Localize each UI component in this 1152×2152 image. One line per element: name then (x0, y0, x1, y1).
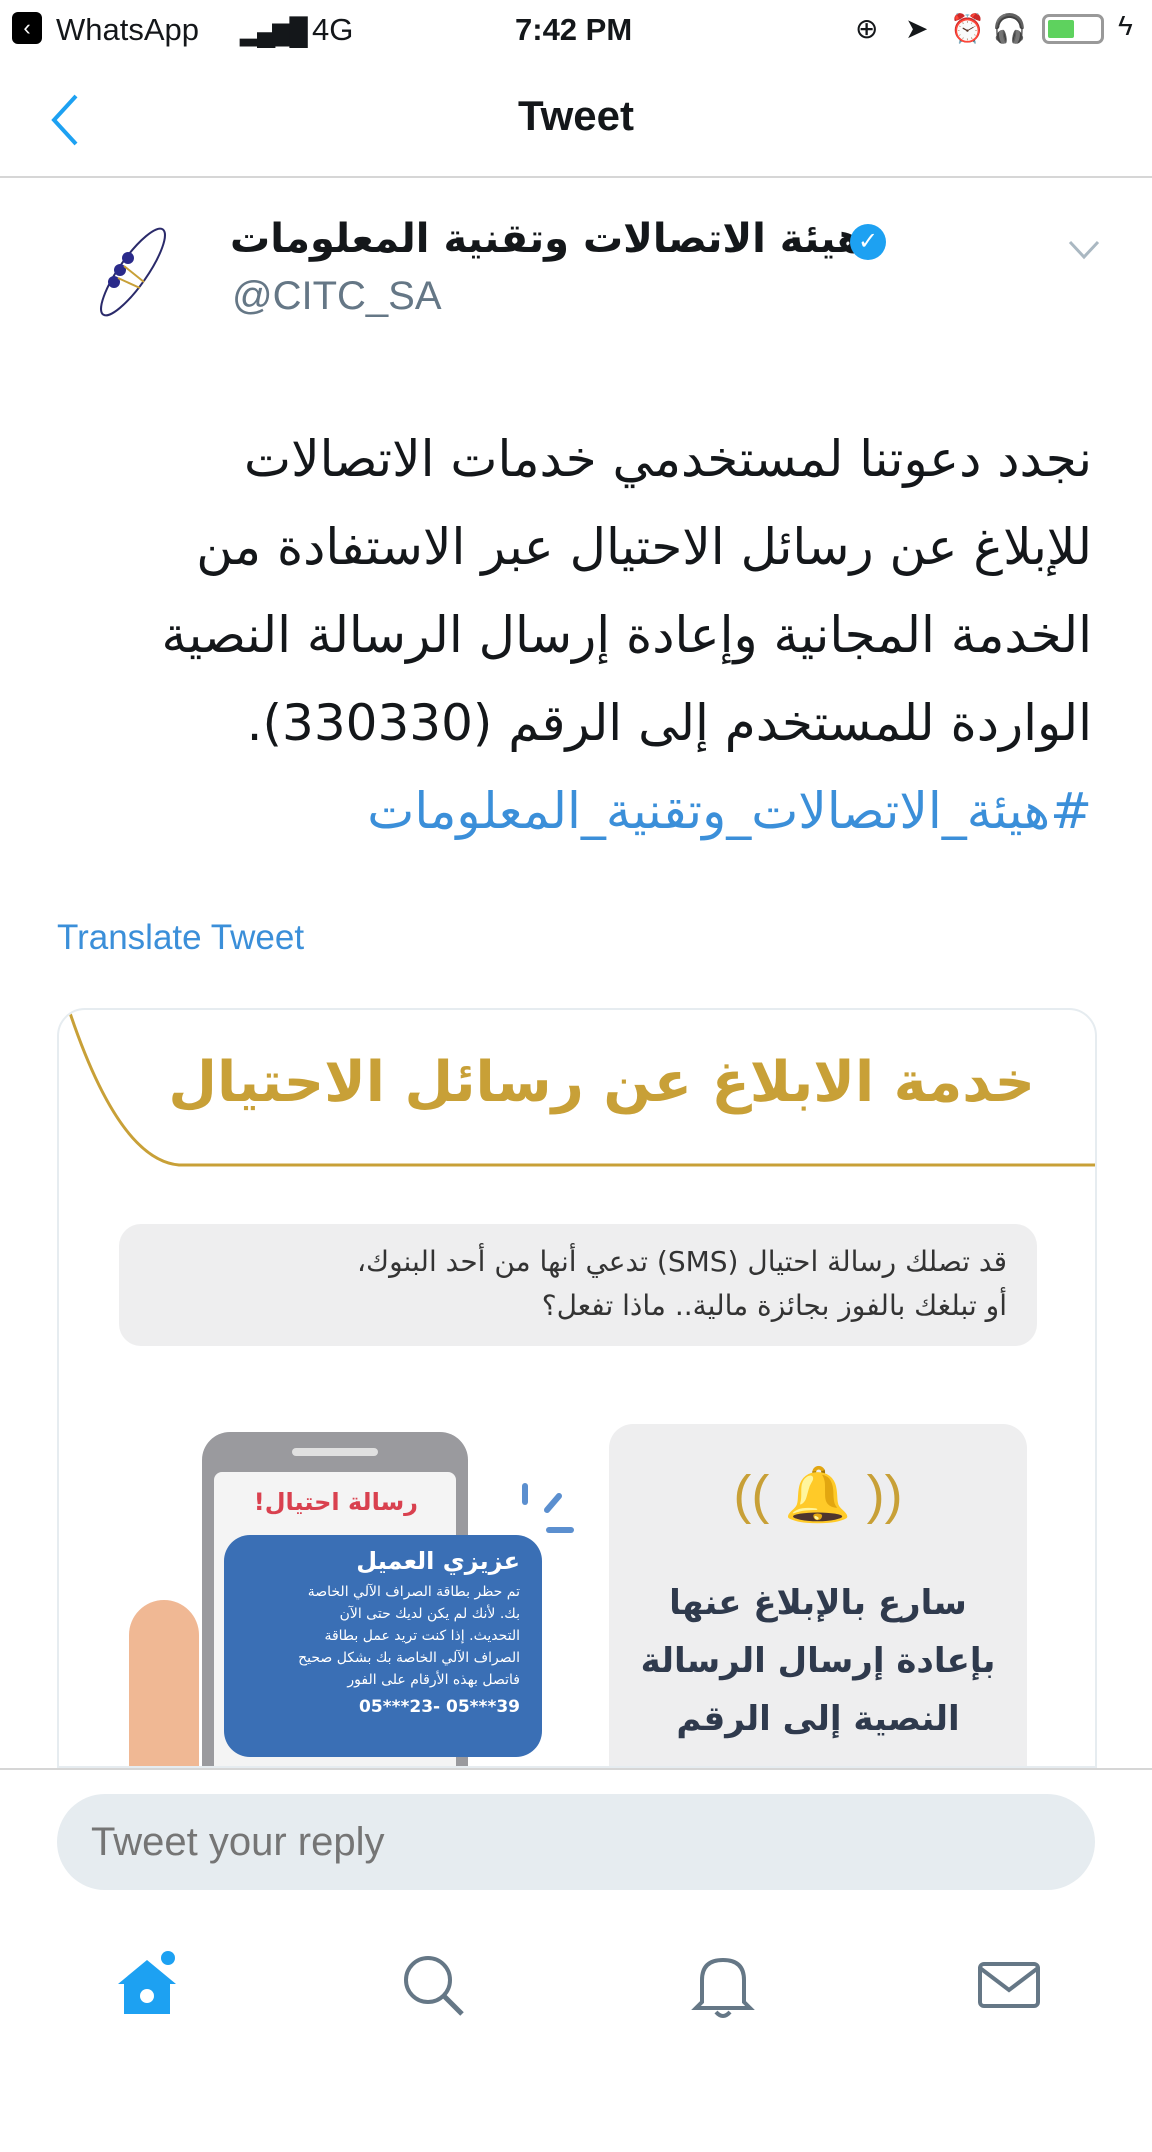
translate-tweet-link[interactable]: Translate Tweet (57, 918, 304, 958)
bubble-line: قد تصلك رسالة احتيال (SMS) تدعي أنها من … (356, 1245, 1007, 1278)
panel-line: النصية إلى الرقم (676, 1699, 960, 1739)
hashtag-link[interactable]: #هيئة_الاتصالات_وتقنية_المعلومات (92, 767, 1092, 855)
status-bar: ‹ WhatsApp ▂▄▆█ 4G 7:42 PM ⊕ ➤ ⏰ 🎧 ϟ (0, 0, 1152, 58)
sms-line: فاتصل بهذه الأرقام على الفور (347, 1672, 520, 1688)
card-title: خدمة الابلاغ عن رسائل الاحتيال (168, 1050, 1035, 1115)
messages-tab-icon[interactable] (974, 1950, 1044, 2020)
sms-line: الصراف الآلي الخاصة بك بشكل صحيح (298, 1650, 520, 1666)
tweet-line: الواردة للمستخدم إلى الرقم (330330). (246, 694, 1092, 752)
tweet-image[interactable]: خدمة الابلاغ عن رسائل الاحتيال قد تصلك ر… (57, 1008, 1097, 1768)
clock: 7:42 PM (515, 12, 633, 47)
instruction-panel: (( 🔔 )) سارع بالإبلاغ عنها بإعادة إرسال … (609, 1424, 1027, 1766)
home-tab-icon[interactable] (112, 1950, 182, 2020)
sms-bubble: عزيزي العميل تم حظر بطاقة الصراف الآلي ا… (224, 1535, 542, 1757)
panel-line: بإعادة إرسال الرسالة (640, 1641, 996, 1681)
back-app-label[interactable]: WhatsApp (56, 12, 199, 48)
verified-badge-icon: ✓ (850, 224, 886, 260)
sms-line: بك. لأنك لم يكن لديك حتى الآن (339, 1606, 520, 1622)
search-tab-icon[interactable] (398, 1950, 468, 2020)
phone-label: رسالة احتيال! (253, 1488, 418, 1516)
sms-title: عزيزي العميل (356, 1547, 520, 1575)
avatar[interactable] (88, 222, 178, 322)
tweet-line: للإبلاغ عن رسائل الاحتيال عبر الاستفادة … (196, 518, 1092, 576)
charging-icon: ϟ (1118, 10, 1133, 41)
tweet-line: الخدمة المجانية وإعادة إرسال الرسالة الن… (161, 606, 1092, 664)
sms-line: تم حظر بطاقة الصراف الآلي الخاصة (307, 1584, 520, 1600)
panel-line: سارع بالإبلاغ عنها (669, 1583, 967, 1623)
hand-illustration (129, 1600, 199, 1766)
tweet-line: نجدد دعوتنا لمستخدمي خدمات الاتصالات (244, 430, 1092, 488)
page-title: Tweet (518, 92, 634, 139)
bubble-line: أو تبلغك بالفوز بجائزة مالية.. ماذا تفعل… (541, 1289, 1007, 1322)
location-icon: ➤ (905, 13, 929, 44)
ringing-bell-icon: (( 🔔 )) (733, 1465, 903, 1525)
nav-header: Tweet (0, 58, 1152, 178)
alarm-icon: ⏰ (950, 13, 985, 44)
headphones-icon: 🎧 (992, 13, 1027, 44)
question-bubble: قد تصلك رسالة احتيال (SMS) تدعي أنها من … (119, 1224, 1037, 1346)
battery-icon (1042, 14, 1104, 44)
back-to-app-icon[interactable]: ‹ (12, 12, 42, 44)
sms-line: التحديث. إذا كنت تريد عمل بطاقة (324, 1628, 520, 1644)
alert-lines-icon (522, 1483, 574, 1533)
tweet-text: نجدد دعوتنا لمستخدمي خدمات الاتصالات للإ… (92, 415, 1092, 855)
rotation-lock-icon: ⊕ (855, 13, 879, 44)
notifications-tab-icon[interactable] (688, 1950, 758, 2020)
chevron-down-icon[interactable] (1068, 240, 1100, 260)
reply-input[interactable] (57, 1794, 1095, 1890)
network-label: 4G (312, 12, 354, 47)
sms-numbers: 05***23- 05***39 (359, 1697, 520, 1717)
author-handle[interactable]: @CITC_SA (232, 274, 442, 319)
signal-icon: ▂▄▆█ (240, 16, 308, 46)
author-name[interactable]: هيئة الاتصالات وتقنية المعلومات (230, 216, 864, 262)
reply-bar (0, 1768, 1152, 2152)
